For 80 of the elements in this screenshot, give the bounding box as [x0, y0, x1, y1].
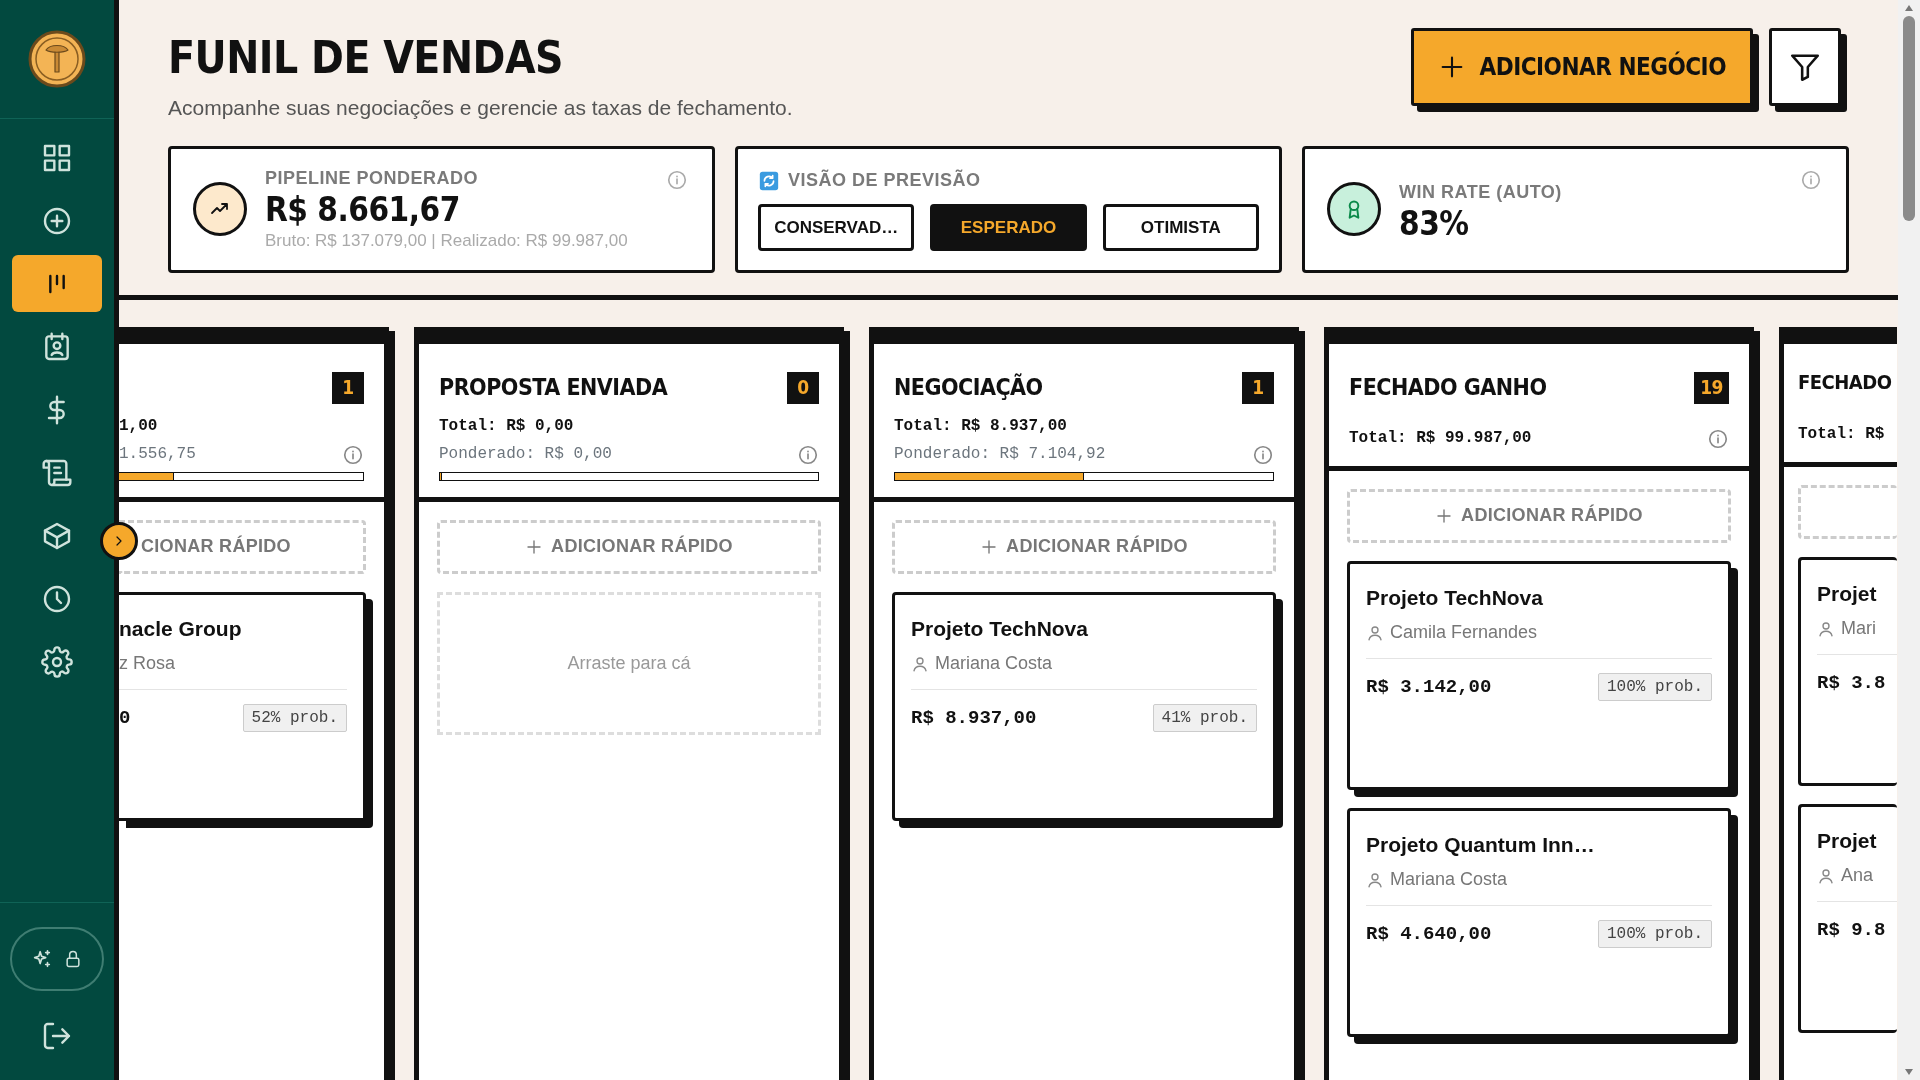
stat-value: 83% — [1399, 206, 1470, 243]
deal-amount: R$ 3.8 — [1817, 671, 1886, 696]
stat-value: R$ 8.661,67 — [265, 191, 461, 228]
probability-tag: 52% prob. — [242, 704, 347, 733]
forecast-option[interactable]: ESPERADO — [930, 204, 1087, 251]
scroll-thumb[interactable] — [1903, 16, 1915, 221]
probability-tag: 41% prob. — [1152, 704, 1257, 733]
count-badge: 0 — [787, 371, 819, 404]
person-icon — [1366, 623, 1384, 642]
person-icon — [1817, 619, 1835, 638]
column-total: Total: R$ 99.987,00 — [1349, 427, 1532, 449]
info-icon — [1800, 168, 1822, 191]
probability-tag: 100% prob. — [1598, 920, 1712, 949]
count-badge: 19 — [1694, 371, 1729, 404]
deal-owner: z Rosa — [119, 652, 176, 675]
deal-title: Projeto TechNova — [911, 615, 1089, 642]
quick-add-button[interactable]: ADICIONAR RÁPIDO — [437, 519, 821, 574]
nav-item[interactable] — [12, 255, 102, 312]
deal-amount: R$ 8.937,00 — [911, 706, 1037, 731]
person-icon — [1817, 866, 1835, 885]
plus-icon — [980, 537, 999, 556]
stat-label: WIN RATE (AUTO) — [1399, 181, 1562, 205]
deal-title: nacle Group — [119, 615, 243, 642]
ai-lock-button[interactable] — [10, 927, 104, 991]
deal-amount: R$ 4.640,00 — [1366, 922, 1492, 947]
column-title: FECHADO GANHO — [1349, 376, 1547, 399]
column-title: FECHADO — [1798, 371, 1892, 392]
forecast-option[interactable]: CONSERVAD… — [758, 204, 915, 251]
stat-detail: Bruto: R$ 137.079,00 | Realizado: R$ 99.987,00 — [265, 229, 628, 252]
count-badge: 1 — [332, 371, 364, 404]
deal-owner: Mari — [1841, 617, 1876, 640]
column-total: Total: R$ 0,00 — [439, 415, 575, 437]
expand-button[interactable] — [100, 522, 138, 560]
trend-up-icon — [193, 182, 247, 236]
stat-label: PIPELINE PONDERADO — [265, 166, 480, 190]
page-subtitle: Acompanhe suas negociações e gerencie as taxas de fechamento. — [168, 95, 793, 121]
column-total: 1,00 — [119, 415, 159, 437]
forecast-option[interactable]: OTIMISTA — [1102, 204, 1259, 251]
count-badge: 1 — [1242, 371, 1274, 404]
column-weighted: Ponderado: R$ 7.104,92 — [894, 443, 1106, 465]
deal-title: Projeto Quantum Inn… — [1366, 831, 1596, 858]
deal-owner: Ana — [1841, 864, 1874, 887]
column-title: PROPOSTA ENVIADA — [439, 376, 668, 399]
settings-icon — [41, 645, 73, 678]
quick-add-button[interactable]: ADICIONAR RÁPIDO — [892, 519, 1276, 574]
quick-add-button[interactable]: CIONAR RÁPIDO — [119, 519, 366, 574]
column-weighted: 1.556,75 — [119, 443, 196, 465]
info-icon — [666, 168, 688, 191]
quick-add-button[interactable]: ADICIONAR RÁPIDO — [1347, 488, 1731, 543]
probability-tag: 100% prob. — [1598, 673, 1712, 702]
column-total: Total: R$ 8.937,00 — [894, 415, 1068, 437]
deal-amount: 0 — [119, 706, 131, 731]
info-icon — [1252, 443, 1274, 466]
person-icon — [1366, 870, 1384, 889]
up-arrow-icon — [1904, 4, 1914, 12]
page-title: FUNIL DE VENDAS — [168, 36, 565, 80]
column-weighted: Ponderado: R$ 0,00 — [439, 443, 612, 465]
deal-title: Projet — [1817, 827, 1878, 854]
refresh-icon — [758, 169, 780, 192]
deal-amount: R$ 3.142,00 — [1366, 675, 1492, 700]
column-total: Total: R$ — [1798, 423, 1885, 445]
info-icon — [1707, 427, 1729, 450]
down-arrow-icon — [1904, 1068, 1914, 1076]
person-icon — [911, 654, 929, 673]
plus-icon — [525, 537, 544, 556]
deal-owner: Camila Fernandes — [1390, 621, 1538, 644]
deal-amount: R$ 9.8 — [1817, 918, 1886, 943]
deal-owner: Mariana Costa — [1390, 868, 1508, 891]
award-icon — [1327, 182, 1381, 236]
deal-title: Projeto TechNova — [1366, 584, 1544, 611]
deal-title: Projet — [1817, 580, 1878, 607]
logo-icon — [28, 30, 86, 88]
stat-label: VISÃO DE PREVISÃO — [788, 168, 981, 192]
info-icon — [342, 443, 364, 466]
lock-icon — [63, 949, 83, 969]
deal-owner: Mariana Costa — [935, 652, 1053, 675]
drop-zone: Arraste para cá — [437, 591, 821, 735]
info-icon — [797, 443, 819, 466]
sparkles-icon — [31, 948, 53, 970]
plus-icon — [1435, 506, 1454, 525]
